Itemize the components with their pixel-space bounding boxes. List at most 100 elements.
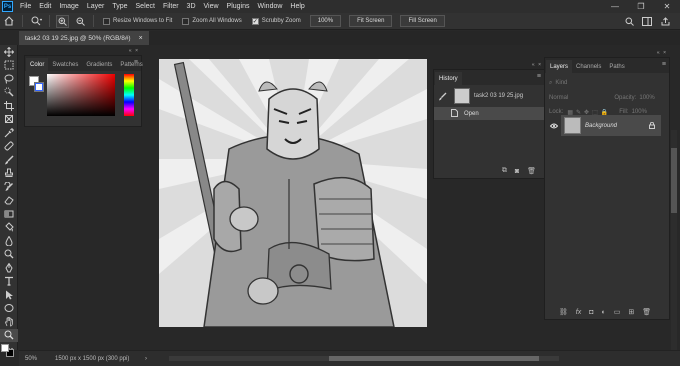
vertical-scroll-thumb[interactable] xyxy=(671,148,677,213)
tab-swatches[interactable]: Swatches xyxy=(48,58,82,71)
layer-row-background[interactable]: Background xyxy=(561,115,661,136)
eyedropper-tool-icon[interactable] xyxy=(0,126,18,140)
hand-tool-icon[interactable] xyxy=(0,315,18,329)
filter-kind[interactable]: Kind xyxy=(555,80,567,86)
stamp-tool-icon[interactable] xyxy=(0,167,18,181)
visibility-eye-icon[interactable] xyxy=(550,123,558,129)
layer-mask-icon[interactable]: ◘ xyxy=(589,309,593,316)
move-tool-icon[interactable] xyxy=(0,45,18,59)
tab-channels[interactable]: Channels xyxy=(572,60,605,73)
menu-edit[interactable]: Edit xyxy=(35,3,55,10)
tab-paths[interactable]: Paths xyxy=(605,60,628,73)
menu-layer[interactable]: Layer xyxy=(83,3,109,10)
group-folder-icon[interactable]: ▭ xyxy=(614,308,621,316)
search-icon[interactable] xyxy=(622,15,636,28)
tab-gradients[interactable]: Gradients xyxy=(82,58,116,71)
zoom-tool-icon[interactable] xyxy=(0,328,18,342)
horizontal-scroll-thumb[interactable] xyxy=(329,356,539,361)
document-tab[interactable]: task2 03 19 25.jpg @ 50% (RGB/8#) × xyxy=(19,31,149,45)
checkbox-box[interactable] xyxy=(182,17,190,25)
adjustment-layer-icon[interactable]: ◐ xyxy=(601,309,605,316)
trash-icon[interactable]: 🗑 xyxy=(527,167,536,175)
blend-mode-select[interactable]: Normal xyxy=(549,95,568,101)
zoom-all-windows-checkbox[interactable]: Zoom All Windows xyxy=(182,17,242,25)
new-document-from-state-icon[interactable]: ⧉ xyxy=(502,167,507,175)
menu-filter[interactable]: Filter xyxy=(159,3,183,10)
path-selection-tool-icon[interactable] xyxy=(0,288,18,302)
zoom-out-button[interactable] xyxy=(73,15,87,28)
layer-filter-row[interactable]: ⌕ Kind xyxy=(545,77,669,89)
healing-brush-tool-icon[interactable] xyxy=(0,140,18,154)
history-step[interactable]: Open xyxy=(434,107,544,120)
tab-patterns[interactable]: Patterns xyxy=(116,58,146,71)
resize-windows-checkbox[interactable]: Resize Windows to Fit xyxy=(103,17,172,25)
tab-history[interactable]: History xyxy=(435,72,462,85)
vertical-scrollbar[interactable] xyxy=(671,130,677,350)
tab-layers[interactable]: Layers xyxy=(546,60,573,73)
menu-window[interactable]: Window xyxy=(254,3,287,10)
zoom-tool-icon[interactable] xyxy=(29,15,43,28)
link-layers-icon[interactable]: ⛓ xyxy=(559,308,568,316)
history-brush-tool-icon[interactable] xyxy=(0,180,18,194)
minimize-button[interactable]: — xyxy=(602,0,628,13)
horizontal-scrollbar[interactable] xyxy=(169,356,559,361)
camera-snapshot-icon[interactable]: ◙ xyxy=(515,168,519,175)
new-layer-icon[interactable]: ⊞ xyxy=(628,308,634,316)
gradient-tool-icon[interactable] xyxy=(0,207,18,221)
dodge-tool-icon[interactable] xyxy=(0,248,18,262)
restore-button[interactable]: ❐ xyxy=(628,0,654,13)
close-button[interactable]: ✕ xyxy=(654,0,680,13)
checkbox-box[interactable] xyxy=(103,17,110,25)
menu-view[interactable]: View xyxy=(200,3,223,10)
fx-icon[interactable]: fx xyxy=(576,309,581,316)
menu-select[interactable]: Select xyxy=(132,3,159,10)
blur-tool-icon[interactable] xyxy=(0,234,18,248)
close-tab-icon[interactable]: × xyxy=(139,35,143,42)
zoom-value-field[interactable]: 100% xyxy=(309,15,342,27)
crop-tool-icon[interactable] xyxy=(0,99,18,113)
pen-tool-icon[interactable] xyxy=(0,261,18,275)
lasso-tool-icon[interactable] xyxy=(0,72,18,86)
panel-collapse-close[interactable]: « × xyxy=(657,50,667,56)
panel-menu-icon[interactable]: ≡ xyxy=(662,61,666,68)
history-snapshot[interactable]: task2 03 19 25.jpg xyxy=(434,85,544,107)
opacity-value[interactable]: 100% xyxy=(639,95,654,101)
color-field[interactable] xyxy=(47,74,115,116)
home-icon[interactable] xyxy=(2,15,16,28)
paint-bucket-tool-icon[interactable] xyxy=(0,221,18,235)
panel-menu-icon[interactable]: ≡ xyxy=(537,73,541,80)
menu-3d[interactable]: 3D xyxy=(183,3,200,10)
background-swatch-mini[interactable] xyxy=(34,82,44,92)
photoshop-logo[interactable]: Ps xyxy=(2,1,13,12)
frame-tool-icon[interactable] xyxy=(0,113,18,127)
status-zoom[interactable]: 50% xyxy=(25,356,53,362)
document-canvas[interactable] xyxy=(159,59,427,327)
foreground-color-swatch[interactable] xyxy=(1,344,9,352)
shape-tool-icon[interactable] xyxy=(0,302,18,316)
brush-tool-icon[interactable] xyxy=(0,153,18,167)
marquee-tool-icon[interactable] xyxy=(0,59,18,73)
quick-select-tool-icon[interactable] xyxy=(0,86,18,100)
eraser-tool-icon[interactable] xyxy=(0,194,18,208)
hue-slider[interactable] xyxy=(124,74,134,116)
history-brush-icon[interactable] xyxy=(438,92,447,101)
menu-file[interactable]: File xyxy=(16,3,35,10)
share-icon[interactable] xyxy=(658,15,672,28)
status-menu-arrow[interactable]: › xyxy=(145,356,147,362)
workspace-icon[interactable] xyxy=(640,15,654,28)
fit-screen-button[interactable]: Fit Screen xyxy=(349,15,393,27)
panel-menu-icon[interactable]: ≡ xyxy=(134,59,138,66)
menu-help[interactable]: Help xyxy=(286,3,308,10)
tab-color[interactable]: Color xyxy=(26,58,49,71)
checkbox-box-checked[interactable]: ✓ xyxy=(251,17,259,25)
lock-icon[interactable] xyxy=(649,122,655,129)
zoom-in-button[interactable] xyxy=(56,14,69,28)
menu-plugins[interactable]: Plugins xyxy=(223,3,254,10)
type-tool-icon[interactable] xyxy=(0,275,18,289)
trash-icon[interactable]: 🗑 xyxy=(642,308,651,316)
panel-collapse-close[interactable]: « × xyxy=(129,48,139,54)
menu-type[interactable]: Type xyxy=(108,3,131,10)
menu-image[interactable]: Image xyxy=(55,3,82,10)
panel-collapse-close[interactable]: « × xyxy=(532,62,542,68)
fill-screen-button[interactable]: Fill Screen xyxy=(400,15,445,27)
